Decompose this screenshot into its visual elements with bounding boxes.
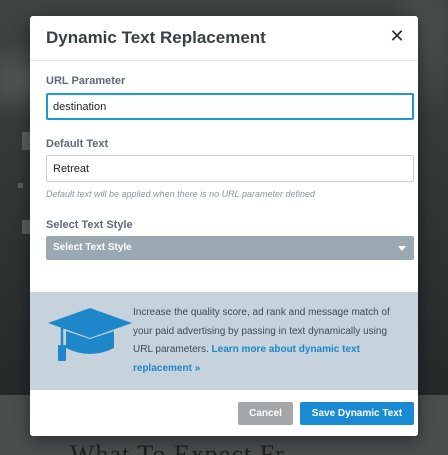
default-text-input[interactable]: [46, 155, 414, 182]
text-style-label: Select Text Style: [46, 219, 133, 231]
close-icon: ✕: [389, 26, 405, 47]
background-element: [18, 183, 23, 188]
info-text: Increase the quality score, ad rank and …: [133, 304, 405, 378]
cancel-button[interactable]: Cancel: [238, 402, 293, 425]
text-style-selected-value: Select Text Style: [53, 242, 132, 253]
text-style-select[interactable]: Select Text Style: [46, 236, 414, 260]
modal-header: Dynamic Text Replacement ✕: [30, 16, 418, 61]
default-text-label: Default Text: [46, 138, 109, 150]
modal-title: Dynamic Text Replacement: [46, 28, 266, 47]
background-heading: What To Expect Fr...: [70, 440, 306, 455]
info-panel: Increase the quality score, ad rank and …: [30, 292, 418, 390]
graduation-cap-icon: [48, 308, 132, 361]
url-parameter-input[interactable]: [46, 93, 414, 120]
dynamic-text-modal: Dynamic Text Replacement ✕ URL Parameter…: [30, 16, 418, 436]
close-button[interactable]: ✕: [384, 24, 410, 50]
url-parameter-label: URL Parameter: [46, 75, 126, 87]
default-text-hint: Default text will be applied when there …: [46, 189, 315, 199]
save-dynamic-text-button[interactable]: Save Dynamic Text: [300, 402, 414, 425]
caret-down-icon: [398, 246, 406, 251]
modal-footer: Cancel Save Dynamic Text: [30, 390, 418, 436]
